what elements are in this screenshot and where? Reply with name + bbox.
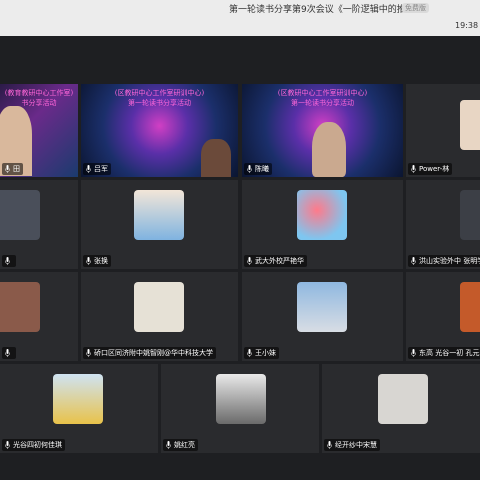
participant-figure <box>201 139 231 177</box>
participant-tile[interactable]: 东高 光谷一初 孔元 <box>406 272 480 361</box>
participant-name: 经开纱中宋慧 <box>335 441 377 449</box>
mic-icon <box>327 441 332 449</box>
participant-name: 光谷四初何佳琪 <box>13 441 62 449</box>
avatar <box>297 282 347 332</box>
participant-name: 硚口区同济附中姚智刚@华中科技大学 <box>94 349 213 357</box>
participant-name: Power-林 <box>419 165 450 173</box>
participant-tile[interactable]: 姚红亮 <box>161 364 319 453</box>
participant-nametag: Power-林 <box>408 163 453 175</box>
participant-nametag <box>2 255 16 267</box>
participant-tile[interactable] <box>0 272 78 361</box>
avatar <box>216 374 266 424</box>
title-bar: 第一轮读书分享第9次会议《一阶逻辑中的推断》 免费版 19:38 <box>0 0 480 36</box>
mic-icon <box>247 257 252 265</box>
avatar <box>134 282 184 332</box>
avatar <box>378 374 428 424</box>
mic-icon <box>166 441 171 449</box>
participant-nametag: 光谷四初何佳琪 <box>2 439 65 451</box>
mic-icon <box>86 165 91 173</box>
participant-tile[interactable]: 经开纱中宋慧 <box>322 364 480 453</box>
participant-nametag: 洪山实验外中 张明学 <box>408 255 480 267</box>
participant-name: 东高 光谷一初 孔元 <box>419 349 480 357</box>
participant-name: 张换 <box>94 257 108 265</box>
participant-name: 吕军 <box>94 165 108 173</box>
participant-nametag: 硚口区同济附中姚智刚@华中科技大学 <box>83 347 216 359</box>
mic-icon <box>411 257 416 265</box>
clock: 19:38 <box>455 21 479 30</box>
participant-nametag: 田 <box>2 163 23 175</box>
video-tile[interactable]: (区教研中心工作室研训中心) 第一轮读书分享活动 吕军 <box>81 84 238 177</box>
mic-icon <box>86 257 91 265</box>
mic-icon <box>5 349 10 357</box>
avatar <box>460 100 480 150</box>
participant-nametag: 东高 光谷一初 孔元 <box>408 347 480 359</box>
participant-tile[interactable]: 武大外校严艳华 <box>242 180 403 269</box>
mic-icon <box>411 165 416 173</box>
participant-nametag: 姚红亮 <box>163 439 198 451</box>
participant-name: 洪山实验外中 张明学 <box>419 257 480 265</box>
mic-icon <box>5 441 10 449</box>
participant-tile[interactable]: 洪山实验外中 张明学 <box>406 180 480 269</box>
avatar <box>53 374 103 424</box>
participant-tile[interactable]: 张换 <box>81 180 238 269</box>
participant-name: 武大外校严艳华 <box>255 257 304 265</box>
mic-icon <box>247 349 252 357</box>
mic-icon <box>5 165 10 173</box>
banner-text: (教育教研中心工作室) 书分享活动 <box>4 89 74 107</box>
participant-nametag: 张换 <box>83 255 111 267</box>
participant-nametag: 陈曦 <box>244 163 272 175</box>
participant-tile[interactable]: Power-林 <box>406 84 480 177</box>
participant-tile[interactable] <box>0 180 78 269</box>
mic-icon <box>5 257 10 265</box>
participant-face <box>312 122 346 177</box>
avatar <box>460 282 480 332</box>
banner-text: (区教研中心工作室研训中心) 第一轮读书分享活动 <box>277 89 368 107</box>
participant-nametag: 经开纱中宋慧 <box>324 439 380 451</box>
video-tile[interactable]: (教育教研中心工作室) 书分享活动 田 <box>0 84 78 177</box>
participant-tile[interactable]: 王小妹 <box>242 272 403 361</box>
avatar <box>460 190 480 240</box>
mic-icon <box>411 349 416 357</box>
participant-name: 陈曦 <box>255 165 269 173</box>
banner-text: (区教研中心工作室研训中心) 第一轮读书分享活动 <box>114 89 205 107</box>
mic-icon <box>247 165 252 173</box>
participant-tile[interactable]: 光谷四初何佳琪 <box>0 364 158 453</box>
meeting-title: 第一轮读书分享第9次会议《一阶逻辑中的推断》 <box>229 5 424 15</box>
participant-nametag <box>2 347 16 359</box>
avatar <box>0 282 40 332</box>
participant-nametag: 王小妹 <box>244 347 279 359</box>
plan-badge[interactable]: 免费版 <box>402 3 429 13</box>
participant-name: 姚红亮 <box>174 441 195 449</box>
participant-name: 王小妹 <box>255 349 276 357</box>
participant-name: 田 <box>13 165 20 173</box>
avatar <box>0 190 40 240</box>
participant-nametag: 吕军 <box>83 163 111 175</box>
participant-tile[interactable]: 硚口区同济附中姚智刚@华中科技大学 <box>81 272 238 361</box>
video-tile[interactable]: (区教研中心工作室研训中心) 第一轮读书分享活动 陈曦 <box>242 84 403 177</box>
participant-nametag: 武大外校严艳华 <box>244 255 307 267</box>
avatar <box>134 190 184 240</box>
mic-icon <box>86 349 91 357</box>
avatar <box>297 190 347 240</box>
